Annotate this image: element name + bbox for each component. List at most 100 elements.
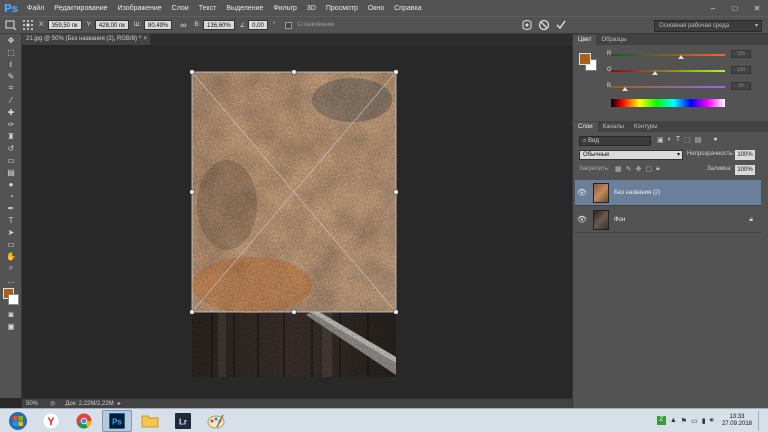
color-spectrum[interactable] [611, 99, 725, 107]
tab-color[interactable]: Цвет [573, 35, 597, 45]
fill-input[interactable]: 100% [735, 165, 755, 175]
r-slider[interactable] [611, 54, 725, 56]
close-tab-icon[interactable]: × [143, 34, 147, 45]
document-tab[interactable]: 21.jpg @ 50% (Без названия (2), RGB/8) *… [22, 34, 150, 45]
history-brush-tool-icon[interactable]: ↺ [0, 142, 22, 154]
menu-help[interactable]: Справка [389, 5, 426, 12]
filter-pixel-icon[interactable]: ▣ [657, 136, 664, 144]
filter-toggle-icon[interactable]: ● [713, 136, 717, 144]
layer-row[interactable]: 👁︎ Без названия (2) [575, 180, 761, 206]
move-tool-icon[interactable]: ✥ [0, 34, 22, 46]
menu-image[interactable]: Изображение [113, 5, 167, 12]
r-slider-thumb[interactable] [677, 55, 684, 59]
show-desktop-button[interactable] [758, 410, 762, 431]
lasso-tool-icon[interactable]: ℓ [0, 58, 22, 70]
layer-name[interactable]: Фон [614, 217, 625, 223]
panel-foreground-swatch[interactable] [579, 53, 591, 65]
tab-swatches[interactable]: Образцы [596, 35, 631, 45]
layer-row[interactable]: 👁︎ Фон 🔒︎ [575, 207, 761, 233]
menu-window[interactable]: Окно [363, 5, 389, 12]
crop-tool-icon[interactable]: ⌗ [0, 82, 22, 94]
blur-tool-icon[interactable]: ● [0, 178, 22, 190]
menu-edit[interactable]: Редактирование [49, 5, 112, 12]
status-menu-icon[interactable]: ◎ [50, 400, 55, 407]
y-input[interactable]: 428,00 пк [94, 20, 129, 30]
smoothing-checkbox[interactable] [285, 21, 293, 29]
zoom-tool-icon[interactable]: ⌕ [0, 262, 22, 274]
lock-pixels-icon[interactable]: ✎ [626, 165, 632, 173]
menu-file[interactable]: Файл [22, 5, 49, 12]
lock-position-icon[interactable]: ✥ [636, 165, 642, 173]
g-value[interactable]: 100 [731, 66, 751, 74]
b-slider-thumb[interactable] [621, 87, 628, 91]
eraser-tool-icon[interactable]: ▭ [0, 154, 22, 166]
taskbar-photoshop[interactable]: Ps [102, 409, 132, 432]
status-arrow-icon[interactable]: ▸ [118, 400, 121, 407]
lock-transparent-icon[interactable]: ▦ [615, 165, 622, 173]
visibility-eye-icon[interactable]: 👁︎ [575, 188, 589, 197]
taskbar-paint[interactable] [201, 410, 231, 432]
workspace-select[interactable]: Основная рабочая среда ▾ [654, 20, 762, 32]
filter-smart-icon[interactable]: ▤ [695, 136, 702, 144]
tab-channels[interactable]: Каналы [598, 122, 629, 132]
width-input[interactable]: 80,49% [144, 20, 173, 30]
taskbar-chrome[interactable] [69, 410, 99, 432]
screen-mode-icon[interactable]: ▣ [0, 320, 22, 332]
b-slider[interactable] [611, 86, 725, 88]
document-canvas[interactable] [22, 45, 572, 398]
dodge-tool-icon[interactable]: ◔ [0, 190, 22, 202]
filter-shape-icon[interactable]: ⬚ [684, 136, 691, 144]
menu-select[interactable]: Выделение [221, 5, 268, 12]
quick-mask-icon[interactable]: ◙ [0, 308, 22, 320]
menu-view[interactable]: Просмотр [321, 5, 363, 12]
background-color-swatch[interactable] [8, 294, 19, 305]
pen-tool-icon[interactable]: ✒ [0, 202, 22, 214]
layer-filter-select[interactable]: ⌕ Вид [579, 136, 651, 146]
menu-layers[interactable]: Слои [167, 5, 194, 12]
filter-adjust-icon[interactable]: ◐ [668, 136, 672, 144]
link-icon[interactable]: ∞ [177, 19, 189, 31]
opacity-input[interactable]: 100% [735, 150, 755, 160]
taskbar-lightroom[interactable]: Lr [168, 410, 198, 432]
menu-3d[interactable]: 3D [302, 5, 321, 12]
more-tools-icon[interactable]: … [0, 274, 22, 286]
clock[interactable]: 13:33 27.09.2018 [722, 414, 752, 428]
tray-volume-icon[interactable]: 🔊︎ [710, 417, 714, 425]
zoom-level[interactable]: 50% [26, 401, 38, 407]
gradient-tool-icon[interactable]: ▤ [0, 166, 22, 178]
tab-paths[interactable]: Контуры [629, 122, 663, 132]
healing-tool-icon[interactable]: ✚ [0, 106, 22, 118]
transform-tool-icon[interactable] [5, 19, 17, 31]
layer-name[interactable]: Без названия (2) [614, 190, 660, 196]
tray-network-icon[interactable]: ▮ [702, 417, 706, 425]
clone-stamp-tool-icon[interactable]: ♜ [0, 130, 22, 142]
filter-type-icon[interactable]: T [676, 136, 680, 144]
eyedropper-tool-icon[interactable]: ⁄ [0, 94, 22, 106]
tray-display-icon[interactable]: ▭ [691, 417, 698, 425]
quick-select-tool-icon[interactable]: ✎ [0, 70, 22, 82]
close-button[interactable]: ✕ [746, 4, 768, 13]
tray-flag-icon[interactable]: ⚑ [681, 417, 687, 425]
canvas-area[interactable] [22, 45, 572, 398]
shape-tool-icon[interactable]: ▭ [0, 238, 22, 250]
b-value[interactable]: 30 [731, 82, 751, 90]
taskbar-yandex[interactable]: Y [36, 410, 66, 432]
r-value[interactable]: 155 [731, 50, 751, 58]
menu-type[interactable]: Текст [194, 5, 222, 12]
visibility-eye-icon[interactable]: 👁︎ [575, 215, 589, 224]
hand-tool-icon[interactable]: ✋ [0, 250, 22, 262]
menu-filter[interactable]: Фильтр [268, 5, 302, 12]
height-input[interactable]: 136,60% [203, 20, 235, 30]
taskbar-explorer[interactable] [135, 410, 165, 432]
maximize-button[interactable]: □ [724, 4, 746, 13]
warp-icon[interactable] [521, 19, 533, 31]
angle-input[interactable]: 0,00 [248, 20, 268, 30]
marquee-tool-icon[interactable]: ⬚ [0, 46, 22, 58]
start-button[interactable] [3, 410, 33, 432]
tray-expand-icon[interactable]: ▲ [670, 417, 677, 424]
brush-tool-icon[interactable]: ✑ [0, 118, 22, 130]
g-slider-thumb[interactable] [652, 71, 659, 75]
minimize-button[interactable]: – [702, 4, 724, 13]
lock-all-icon[interactable]: 🔒︎ [656, 165, 660, 173]
commit-transform-icon[interactable] [555, 19, 567, 31]
